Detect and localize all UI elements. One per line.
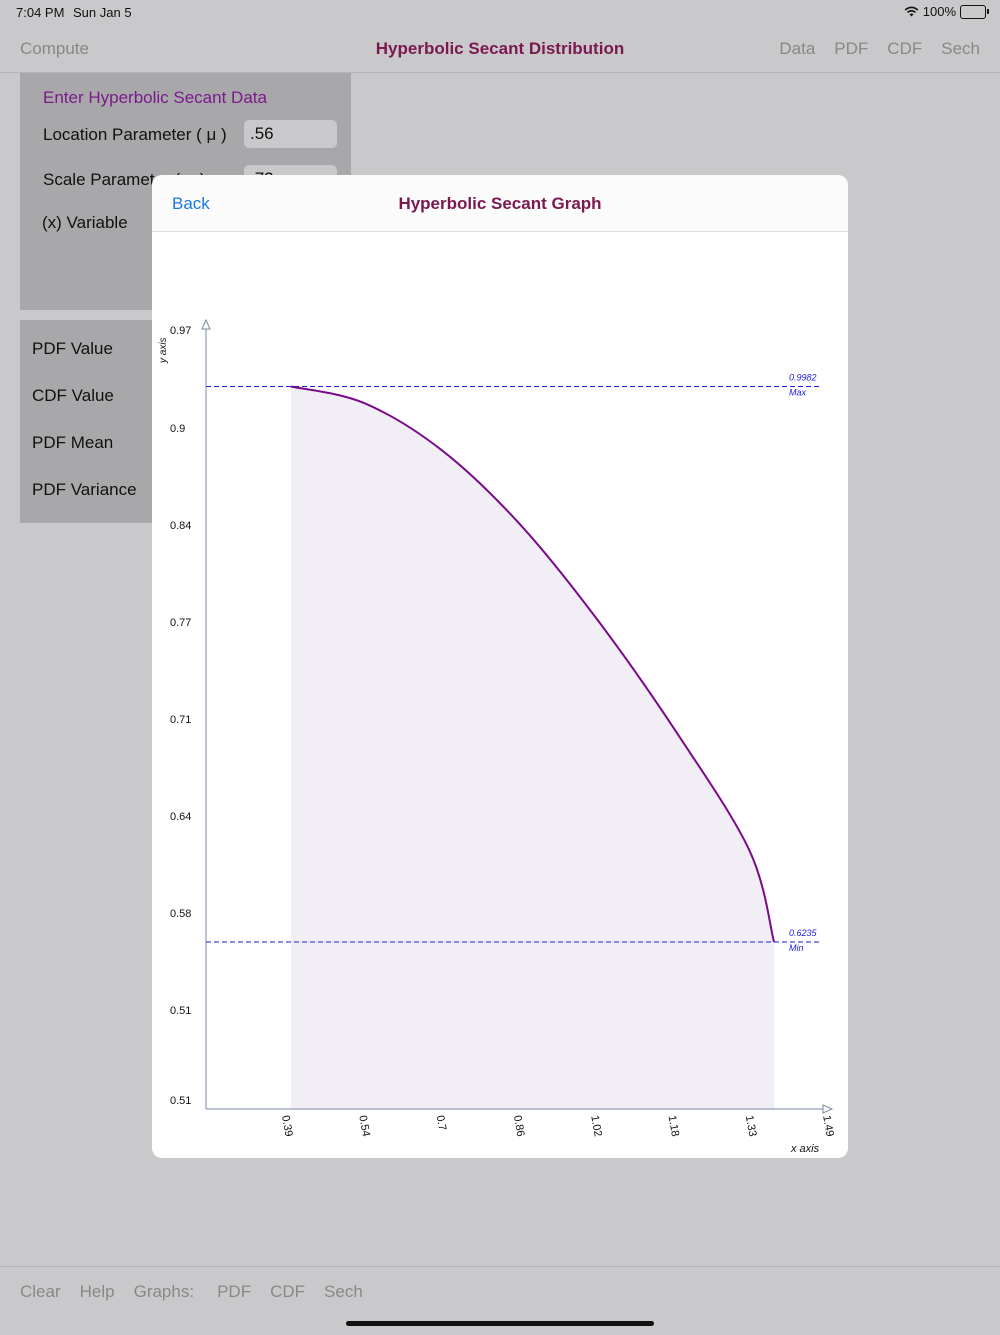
y-axis-arrow bbox=[201, 318, 211, 330]
pdf-button[interactable]: PDF bbox=[834, 39, 868, 59]
x-tick-label: 0.39 bbox=[279, 1114, 295, 1137]
y-tick-label: 0.58 bbox=[170, 908, 191, 920]
pdf-value-label: PDF Value bbox=[32, 339, 113, 358]
y-tick-label: 0.84 bbox=[170, 520, 191, 532]
status-time: 7:04 PM bbox=[16, 5, 65, 20]
pdf-mean-label: PDF Mean bbox=[32, 433, 114, 452]
x-tick-label: 0.54 bbox=[356, 1114, 372, 1137]
x-tick-label: 1.49 bbox=[820, 1114, 836, 1137]
battery-percent: 100% bbox=[922, 4, 956, 19]
x-tick-label: 1.18 bbox=[666, 1114, 682, 1137]
x-axis-arrow bbox=[822, 1104, 834, 1114]
pdf-variance-label: PDF Variance bbox=[32, 480, 137, 499]
wifi-icon bbox=[904, 6, 919, 17]
graphs-label: Graphs: bbox=[133, 1282, 195, 1301]
data-entry-header: Enter Hyperbolic Secant Data bbox=[43, 88, 267, 107]
clear-button[interactable]: Clear bbox=[20, 1282, 61, 1302]
navigation-bar: Compute Hyperbolic Secant Distribution D… bbox=[0, 26, 1000, 73]
area-fill bbox=[291, 386, 774, 1109]
y-tick-label: 0.9 bbox=[170, 423, 185, 435]
graph-modal: Back Hyperbolic Secant Graph 0.9982 Max 0.… bbox=[152, 175, 848, 1158]
graph-sech-button[interactable]: Sech bbox=[324, 1282, 363, 1302]
graph-pdf-button[interactable]: PDF bbox=[217, 1282, 251, 1302]
data-button[interactable]: Data bbox=[779, 39, 815, 59]
y-tick-label: 0.51 bbox=[170, 1005, 191, 1017]
max-value-label: 0.9982 bbox=[789, 373, 817, 383]
nav-right-buttons: Data PDF CDF Sech bbox=[779, 39, 980, 59]
x-tick-label: 1.33 bbox=[743, 1114, 759, 1137]
y-axis-title: y axis bbox=[158, 337, 169, 364]
sech-button[interactable]: Sech bbox=[941, 39, 980, 59]
status-right: 100% bbox=[904, 4, 989, 19]
max-label: Max bbox=[789, 388, 807, 398]
x-tick-label: 0.7 bbox=[434, 1114, 448, 1131]
x-tick-label: 0.86 bbox=[511, 1114, 527, 1137]
cdf-value-label: CDF Value bbox=[32, 386, 114, 405]
help-button[interactable]: Help bbox=[80, 1282, 115, 1302]
cdf-button[interactable]: CDF bbox=[887, 39, 922, 59]
results-panel: PDF Value CDF Value PDF Mean PDF Varianc… bbox=[20, 320, 160, 523]
y-tick-label: 0.71 bbox=[170, 714, 191, 726]
home-indicator[interactable] bbox=[346, 1321, 654, 1326]
hyperbolic-secant-chart: 0.9982 Max 0.6235 Min 0.97 0.9 0.84 0.77 0.71 0.6… bbox=[158, 318, 836, 1155]
battery-icon bbox=[960, 4, 989, 19]
y-tick-label: 0.77 bbox=[170, 617, 191, 629]
y-tick-label: 0.64 bbox=[170, 811, 191, 823]
status-date: Sun Jan 5 bbox=[73, 5, 132, 20]
y-tick-label: 0.97 bbox=[170, 325, 191, 337]
location-label: Location Parameter ( μ ) bbox=[43, 125, 227, 144]
y-tick-label: 0.51 bbox=[170, 1095, 191, 1107]
x-tick-label: 1.02 bbox=[588, 1114, 604, 1137]
min-label: Min bbox=[789, 943, 804, 953]
variable-label: (x) Variable bbox=[42, 213, 128, 232]
status-bar: 7:04 PM Sun Jan 5 100% bbox=[0, 0, 1000, 26]
location-input[interactable]: .56 bbox=[244, 120, 337, 148]
graph-cdf-button[interactable]: CDF bbox=[270, 1282, 305, 1302]
x-axis-title: x axis bbox=[790, 1143, 820, 1155]
min-value-label: 0.6235 bbox=[789, 928, 818, 938]
